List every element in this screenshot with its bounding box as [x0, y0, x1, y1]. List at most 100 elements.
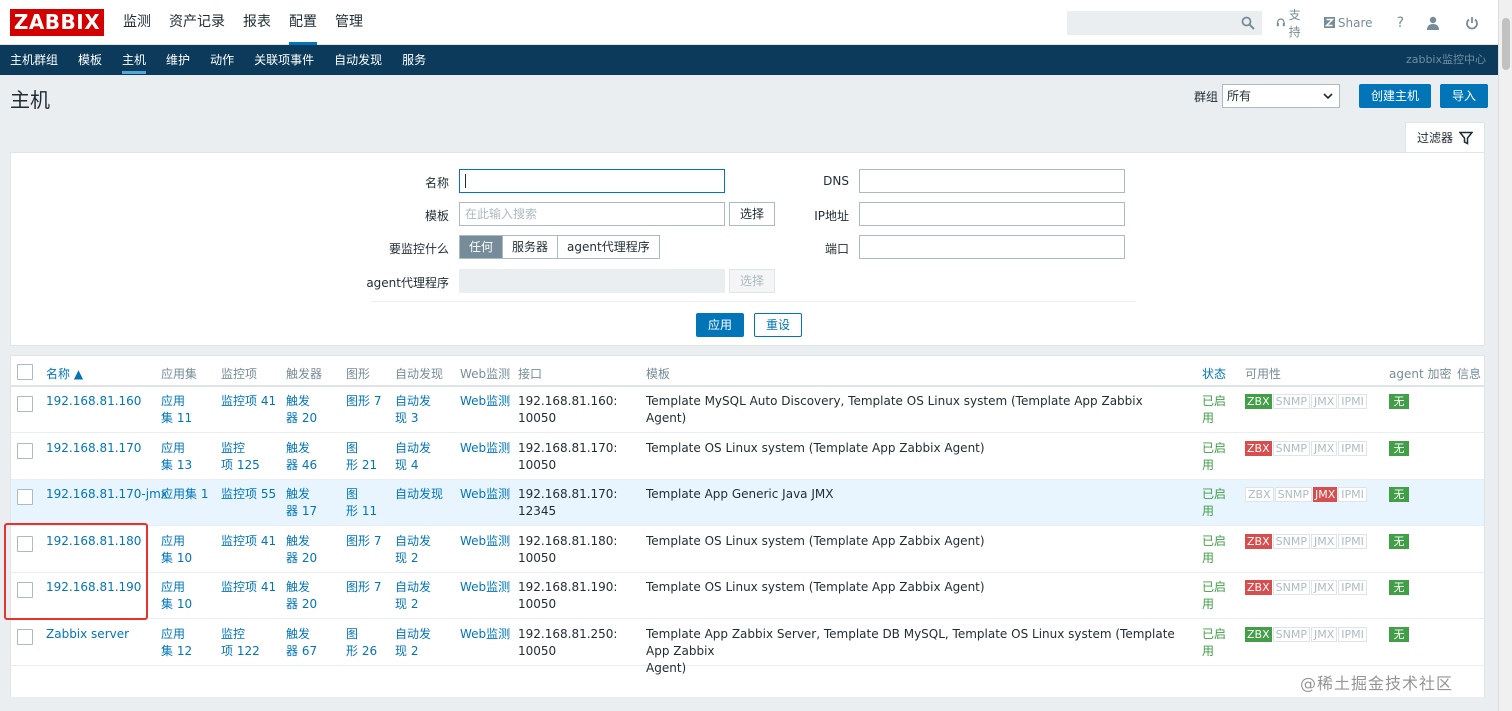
web-link[interactable]: Web监测 [460, 393, 510, 410]
triggers-link[interactable]: 触发器 17 [286, 486, 341, 520]
host-name-link[interactable]: Zabbix server [46, 626, 129, 643]
zabbix-logo[interactable]: ZABBIX [10, 9, 104, 36]
reset-button[interactable]: 重设 [754, 313, 802, 337]
share-link[interactable]: Share [1323, 16, 1373, 30]
web-link[interactable]: Web监测 [460, 486, 510, 503]
web-link[interactable]: Web监测 [460, 440, 510, 457]
monitor-option-2[interactable]: agent代理程序 [558, 236, 659, 258]
graphs-link[interactable]: 图形 26 [346, 626, 391, 660]
subnav-item-4[interactable]: 动作 [200, 45, 244, 75]
vertical-scrollbar[interactable] [1498, 0, 1512, 711]
subnav-item-2[interactable]: 主机 [112, 45, 156, 75]
host-name-link[interactable]: 192.168.81.160 [46, 393, 141, 410]
discovery-link[interactable]: 自动发现 2 [395, 533, 455, 567]
templates-text[interactable]: Template OS Linux system (Template App Z… [646, 579, 1186, 596]
row-checkbox[interactable] [17, 396, 33, 412]
graphs-link[interactable]: 图形 7 [346, 579, 391, 596]
topnav-item-0[interactable]: 监测 [114, 0, 160, 45]
port-input[interactable] [859, 235, 1125, 259]
discovery-link[interactable]: 自动发现 3 [395, 393, 455, 427]
group-select[interactable]: 所有 [1221, 84, 1340, 108]
status-link[interactable]: 已启用 [1202, 626, 1242, 660]
topnav-item-3[interactable]: 配置 [280, 0, 326, 45]
status-link[interactable]: 已启用 [1202, 486, 1242, 520]
templates-text[interactable]: Template MySQL Auto Discovery, Template … [646, 393, 1186, 427]
graphs-link[interactable]: 图形 7 [346, 393, 391, 410]
items-link[interactable]: 监控项 125 [221, 440, 283, 474]
apps-link[interactable]: 应用集 12 [161, 626, 216, 660]
user-profile-button[interactable] [1426, 16, 1443, 30]
graphs-link[interactable]: 图形 7 [346, 533, 391, 550]
subnav-item-7[interactable]: 服务 [392, 45, 436, 75]
status-link[interactable]: 已启用 [1202, 533, 1242, 567]
monitor-option-1[interactable]: 服务器 [503, 236, 559, 258]
apply-button[interactable]: 应用 [696, 313, 744, 337]
triggers-link[interactable]: 触发器 46 [286, 440, 341, 474]
status-link[interactable]: 已启用 [1202, 440, 1242, 474]
web-link[interactable]: Web监测 [460, 579, 510, 596]
host-name-link[interactable]: 192.168.81.170 [46, 440, 141, 457]
row-checkbox[interactable] [17, 628, 33, 645]
topnav-item-1[interactable]: 资产记录 [160, 0, 234, 45]
search-icon[interactable] [1241, 16, 1255, 30]
subnav-item-0[interactable]: 主机群组 [0, 45, 68, 75]
apps-link[interactable]: 应用集 11 [161, 393, 216, 427]
triggers-link[interactable]: 触发器 67 [286, 626, 341, 660]
triggers-link[interactable]: 触发器 20 [286, 393, 341, 427]
select-all-checkbox[interactable] [17, 364, 33, 380]
items-link[interactable]: 监控项 41 [221, 393, 283, 410]
topnav-item-2[interactable]: 报表 [234, 0, 280, 45]
apps-link[interactable]: 应用集 10 [161, 579, 216, 613]
discovery-link[interactable]: 自动发现 [395, 486, 455, 503]
web-link[interactable]: Web监测 [460, 533, 510, 550]
apps-link[interactable]: 应用集 1 [161, 486, 216, 503]
discovery-link[interactable]: 自动发现 4 [395, 440, 455, 474]
row-checkbox[interactable] [17, 489, 33, 505]
status-link[interactable]: 已启用 [1202, 579, 1242, 613]
items-link[interactable]: 监控项 122 [221, 626, 283, 660]
subnav-item-1[interactable]: 模板 [68, 45, 112, 75]
template-search-input[interactable]: 在此输入搜索 [459, 202, 725, 226]
apps-link[interactable]: 应用集 10 [161, 533, 216, 567]
items-link[interactable]: 监控项 41 [221, 579, 283, 596]
filter-tab[interactable]: 过滤器 [1405, 122, 1485, 152]
graphs-link[interactable]: 图形 21 [346, 440, 391, 474]
subnav-item-3[interactable]: 维护 [156, 45, 200, 75]
name-input[interactable] [459, 169, 725, 193]
global-search-input[interactable] [1067, 11, 1262, 35]
logout-button[interactable] [1465, 16, 1482, 30]
templates-text[interactable]: Template OS Linux system (Template App Z… [646, 440, 1186, 457]
monitor-option-0[interactable]: 任何 [460, 236, 504, 258]
chevron-down-icon [1323, 93, 1333, 100]
triggers-link[interactable]: 触发器 20 [286, 533, 341, 567]
help-button[interactable]: ? [1397, 15, 1404, 31]
discovery-link[interactable]: 自动发现 2 [395, 626, 455, 660]
subnav-item-6[interactable]: 自动发现 [324, 45, 392, 75]
import-button[interactable]: 导入 [1439, 84, 1488, 108]
templates-text[interactable]: Template OS Linux system (Template App Z… [646, 533, 1186, 550]
col-name[interactable]: 名称 ▲ [46, 365, 83, 382]
create-host-button[interactable]: 创建主机 [1358, 84, 1431, 108]
dns-input[interactable] [859, 169, 1125, 193]
topnav-item-4[interactable]: 管理 [326, 0, 372, 45]
host-name-link[interactable]: 192.168.81.170-jmx [46, 486, 168, 503]
web-link[interactable]: Web监测 [460, 626, 510, 643]
encryption-badge: 无 [1389, 487, 1409, 502]
template-select-button[interactable]: 选择 [729, 202, 775, 226]
status-link[interactable]: 已启用 [1202, 393, 1242, 427]
triggers-link[interactable]: 触发器 20 [286, 579, 341, 613]
ip-input[interactable] [859, 202, 1125, 226]
support-link[interactable]: 支持 [1276, 6, 1308, 40]
col-status[interactable]: 状态 [1202, 365, 1226, 382]
items-link[interactable]: 监控项 55 [221, 486, 283, 503]
scrollbar-thumb[interactable] [1502, 18, 1510, 70]
templates-text[interactable]: Template App Zabbix Server, Template DB … [646, 626, 1186, 677]
row-checkbox[interactable] [17, 442, 33, 459]
templates-text[interactable]: Template App Generic Java JMX [646, 486, 1186, 503]
apps-link[interactable]: 应用集 13 [161, 440, 216, 474]
encryption-badge: 无 [1389, 394, 1409, 409]
discovery-link[interactable]: 自动发现 2 [395, 579, 455, 613]
graphs-link[interactable]: 图形 11 [346, 486, 391, 520]
subnav-item-5[interactable]: 关联项事件 [244, 45, 324, 75]
items-link[interactable]: 监控项 41 [221, 533, 283, 550]
